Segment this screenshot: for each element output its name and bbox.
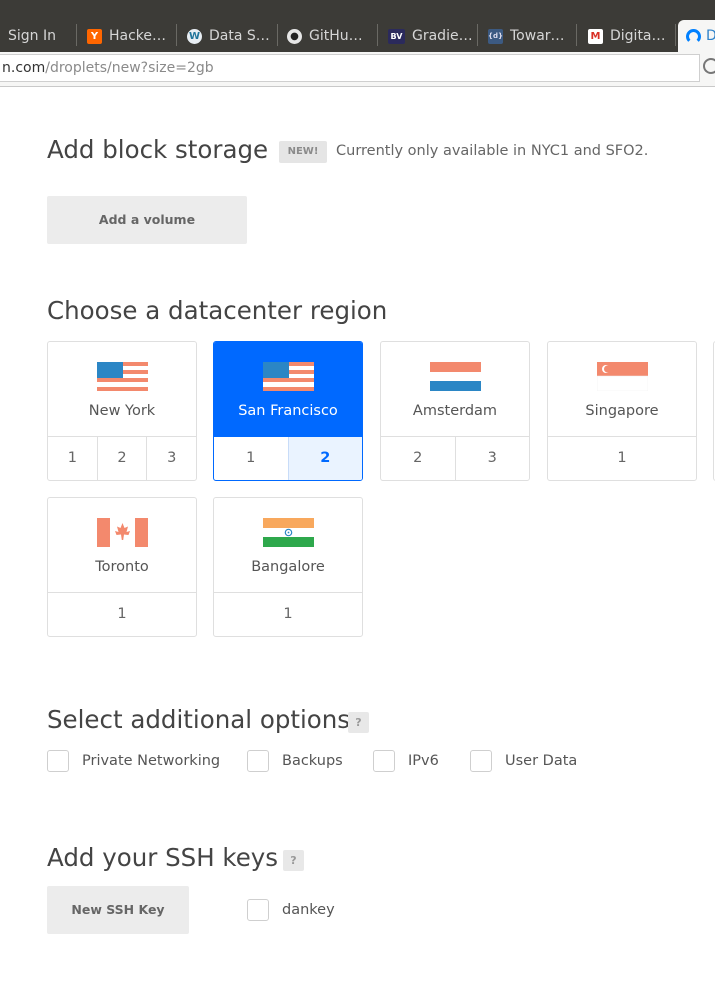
tab-label: D <box>706 28 715 44</box>
ssh-key-dankey[interactable]: dankey <box>247 899 335 921</box>
tab-towards[interactable]: {d} Towar… <box>479 20 577 52</box>
availability-note: Currently only available in NYC1 and SFO… <box>336 143 649 159</box>
region-select-bangalore[interactable]: Bangalore <box>214 498 362 593</box>
tab-label: Sign In <box>8 28 56 44</box>
add-volume-button[interactable]: Add a volume <box>47 196 247 244</box>
tab-digital-gmail[interactable]: M Digita… <box>578 20 676 52</box>
option-label: Private Networking <box>82 753 221 769</box>
wordpress-icon: W <box>187 28 202 44</box>
tab-label: Hacke… <box>109 28 167 44</box>
datacenter-heading: Choose a datacenter region <box>47 296 388 325</box>
canada-flag-icon <box>97 518 148 547</box>
region-select-toronto[interactable]: Toronto <box>48 498 196 593</box>
additional-options-heading: Select additional options <box>47 705 351 734</box>
region-name: Bangalore <box>251 559 325 575</box>
option-ipv6[interactable]: IPv6 <box>373 750 439 772</box>
region-name: New York <box>88 403 156 419</box>
region-name: Singapore <box>585 403 659 419</box>
region-option-sgp1[interactable]: 1 <box>548 437 696 480</box>
reload-icon[interactable] <box>703 58 715 76</box>
tab-sign-in[interactable]: Sign In <box>0 20 77 52</box>
option-label: IPv6 <box>408 753 439 769</box>
region-select-amsterdam[interactable]: Amsterdam <box>381 342 529 437</box>
tab-label: Towar… <box>510 28 565 44</box>
region-option-sfo1[interactable]: 1 <box>214 437 289 480</box>
netherlands-flag-icon <box>430 362 481 391</box>
tab-gradient[interactable]: BV Gradie… <box>379 20 478 52</box>
browser-tab-bar: Sign In Y Hacke… W Data S… ● GitHu… BV G… <box>0 0 715 52</box>
region-option-tor1[interactable]: 1 <box>48 593 196 636</box>
tab-label: Gradie… <box>412 28 473 44</box>
url-field[interactable]: n.com/droplets/new?size=2gb <box>0 54 700 82</box>
hacker-news-icon: Y <box>87 28 102 44</box>
private-networking-checkbox[interactable] <box>47 750 69 772</box>
region-card-san-francisco: San Francisco 1 2 <box>213 341 363 481</box>
tab-label: GitHu… <box>309 28 363 44</box>
option-user-data[interactable]: User Data <box>470 750 577 772</box>
region-option-blr1[interactable]: 1 <box>214 593 362 636</box>
bv-icon: BV <box>388 28 405 44</box>
option-label: Backups <box>282 753 343 769</box>
us-flag-icon <box>263 362 314 391</box>
option-label: User Data <box>505 753 578 769</box>
us-flag-icon <box>97 362 148 391</box>
region-option-sfo2-selected[interactable]: 2 <box>288 437 362 480</box>
tab-hacker-news[interactable]: Y Hacke… <box>78 20 177 52</box>
region-card-toronto: Toronto 1 <box>47 497 197 637</box>
dankey-checkbox[interactable] <box>247 899 269 921</box>
github-icon: ● <box>287 28 302 44</box>
singapore-flag-icon <box>597 362 648 391</box>
tab-github[interactable]: ● GitHu… <box>279 20 378 52</box>
gmail-icon: M <box>588 28 603 44</box>
region-name: Amsterdam <box>412 403 498 419</box>
region-card-bangalore: Bangalore 1 <box>213 497 363 637</box>
new-badge: NEW! <box>279 141 327 163</box>
option-private-networking[interactable]: Private Networking <box>47 750 220 772</box>
region-select-new-york[interactable]: New York <box>48 342 196 437</box>
region-option-nyc3[interactable]: 3 <box>147 437 196 480</box>
region-option-ams2[interactable]: 2 <box>381 437 456 480</box>
india-flag-icon <box>263 518 314 547</box>
digitalocean-icon <box>686 28 701 44</box>
region-option-nyc2[interactable]: 2 <box>98 437 148 480</box>
region-select-singapore[interactable]: Singapore <box>548 342 696 437</box>
towards-icon: {d} <box>488 28 503 44</box>
region-option-nyc1[interactable]: 1 <box>48 437 98 480</box>
option-backups[interactable]: Backups <box>247 750 343 772</box>
region-card-new-york: New York 1 2 3 <box>47 341 197 481</box>
region-card-singapore: Singapore 1 <box>547 341 697 481</box>
region-name: San Francisco <box>238 403 338 419</box>
ssh-keys-heading: Add your SSH keys <box>47 843 279 872</box>
region-option-ams3[interactable]: 3 <box>456 437 530 480</box>
backups-checkbox[interactable] <box>247 750 269 772</box>
tab-data-science[interactable]: W Data S… <box>178 20 278 52</box>
options-help-icon[interactable]: ? <box>348 712 369 733</box>
new-ssh-key-button[interactable]: New SSH Key <box>47 886 189 934</box>
region-name: Toronto <box>95 559 149 575</box>
ssh-key-label: dankey <box>282 902 335 918</box>
tab-label: Data S… <box>209 28 270 44</box>
url-path: /droplets/new?size=2gb <box>45 60 214 76</box>
tab-label: Digita… <box>610 28 666 44</box>
region-card-amsterdam: Amsterdam 2 3 <box>380 341 530 481</box>
url-host: n.com <box>2 60 46 76</box>
block-storage-heading: Add block storage <box>47 135 269 164</box>
ssh-help-icon[interactable]: ? <box>283 850 304 871</box>
tab-digitalocean-active[interactable]: D <box>678 20 715 52</box>
address-bar: n.com/droplets/new?size=2gb <box>0 52 715 87</box>
region-select-san-francisco[interactable]: San Francisco <box>214 342 362 437</box>
ipv6-checkbox[interactable] <box>373 750 395 772</box>
user-data-checkbox[interactable] <box>470 750 492 772</box>
